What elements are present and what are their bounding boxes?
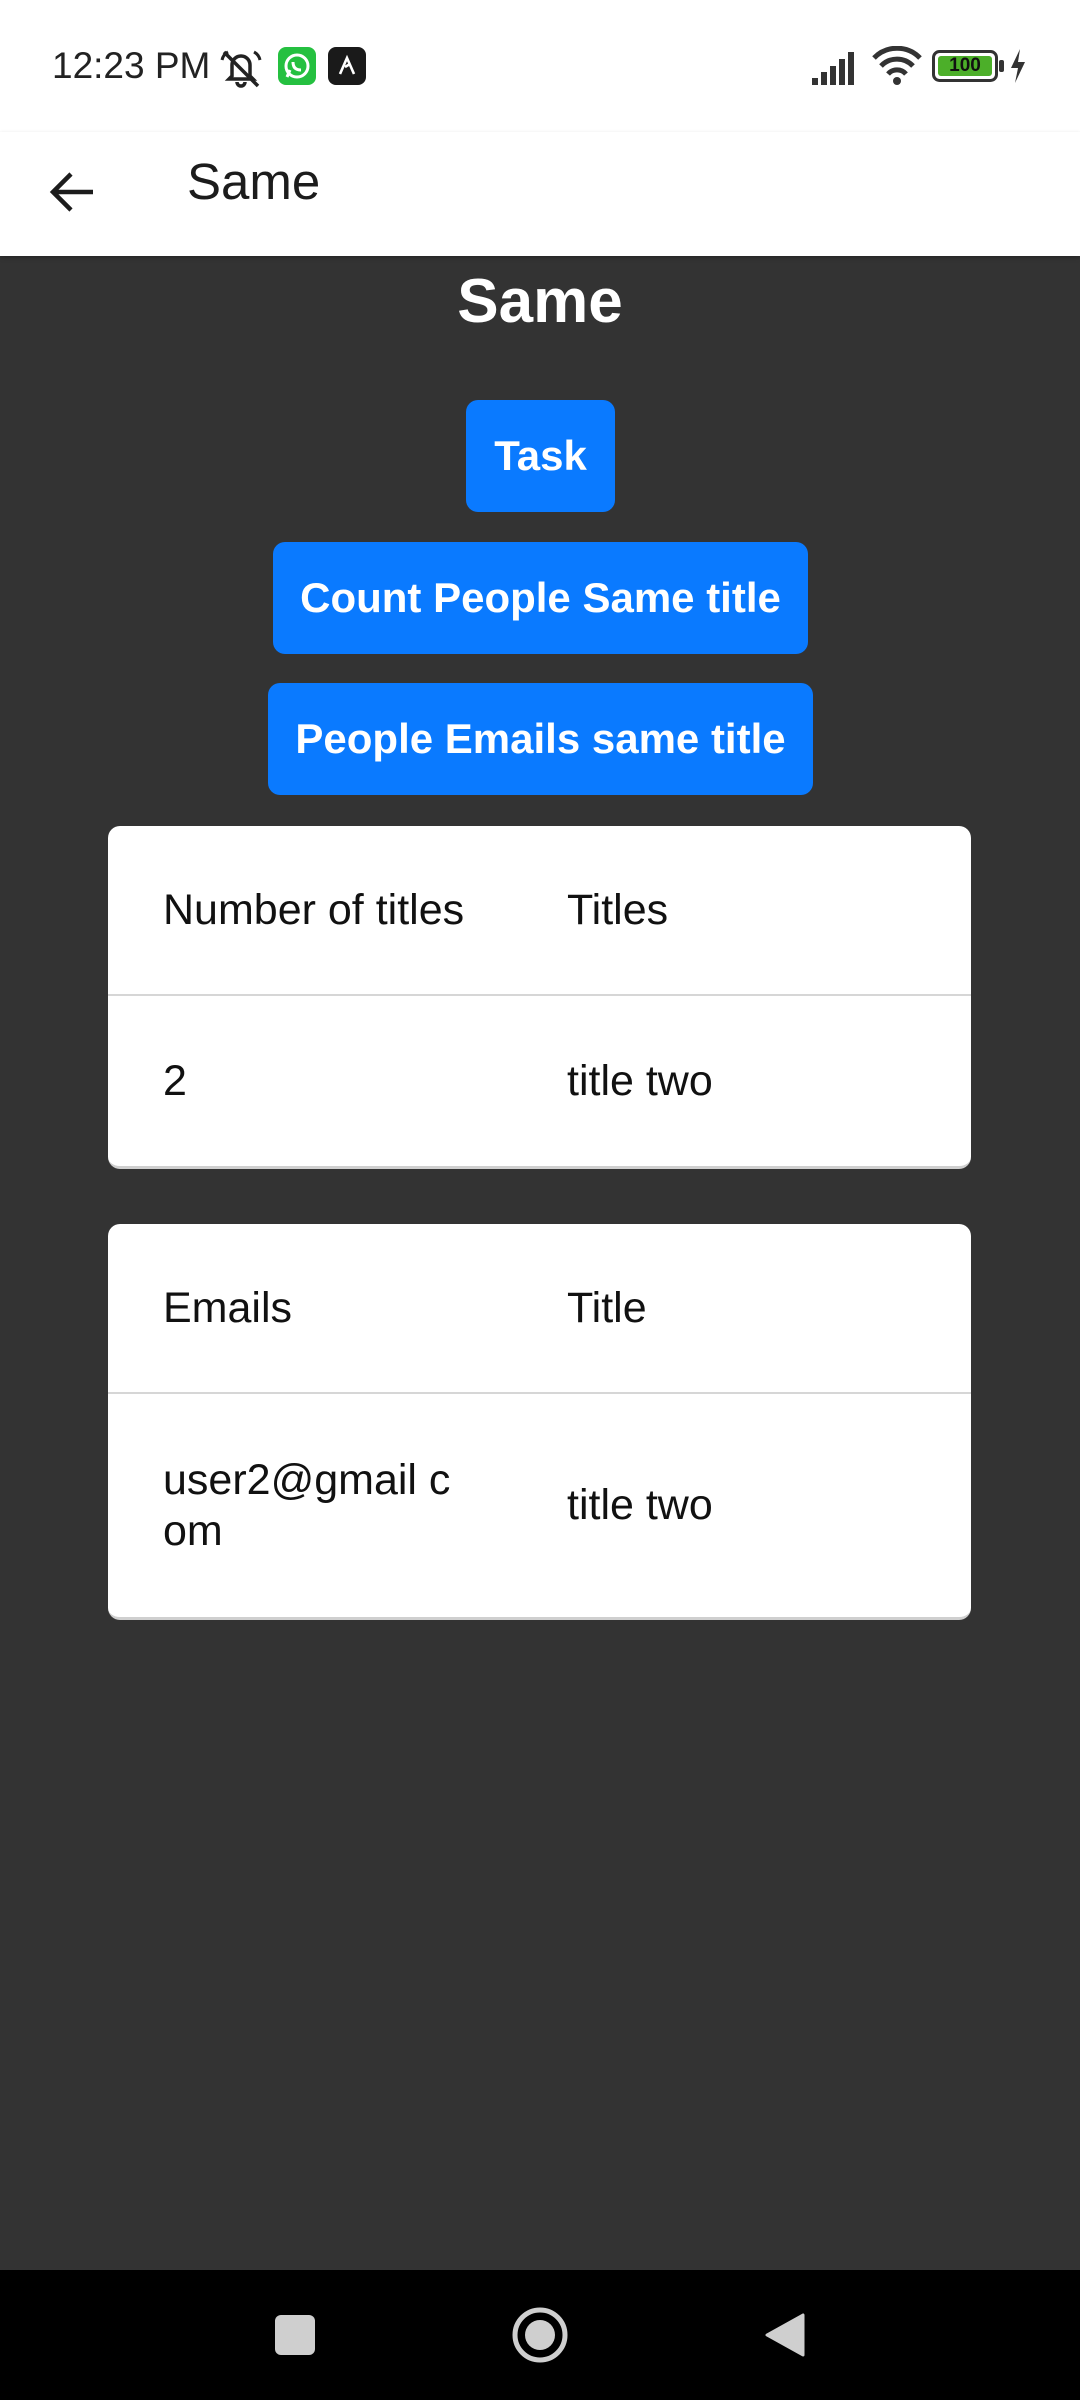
column-header-titles: Titles: [567, 885, 669, 934]
table-cell: title two: [567, 1056, 713, 1105]
table-header-row: Emails Title: [108, 1224, 971, 1394]
battery-icon: 100: [932, 50, 1004, 82]
back-triangle-icon: [765, 2313, 805, 2357]
page-heading: Same: [457, 267, 623, 336]
people-emails-same-title-button[interactable]: People Emails same title: [268, 683, 813, 795]
table-row: user2@gmail com title two: [108, 1394, 971, 1617]
column-header-number-of-titles: Number of titles: [163, 885, 465, 934]
count-people-same-title-button[interactable]: Count People Same title: [273, 542, 808, 654]
titles-count-table: Number of titles Titles 2 title two: [108, 826, 971, 1169]
charging-icon: [1011, 49, 1025, 83]
signal-icon: [812, 52, 854, 85]
column-header-title: Title: [567, 1283, 647, 1332]
whatsapp-icon: [278, 47, 316, 85]
table-cell: title two: [567, 1481, 713, 1529]
status-bar: 12:23 PM 100: [0, 0, 1080, 132]
battery-level: 100: [949, 55, 981, 76]
recents-button[interactable]: [255, 2295, 335, 2375]
home-button[interactable]: [500, 2295, 580, 2375]
app-bar-title: Same: [187, 153, 321, 210]
back-nav-button[interactable]: [745, 2295, 825, 2375]
wifi-icon: [872, 46, 922, 85]
arrow-back-icon: [49, 172, 93, 212]
table-header-row: Number of titles Titles: [108, 826, 971, 996]
status-time: 12:23 PM: [52, 45, 211, 86]
table-cell: 2: [163, 1056, 187, 1105]
task-button[interactable]: Task: [466, 400, 615, 512]
emails-table: Emails Title user2@gmail com title two: [108, 1224, 971, 1620]
app-icon: [328, 47, 366, 85]
table-row: 2 title two: [108, 996, 971, 1166]
table-cell: user2@gmail com: [163, 1455, 451, 1555]
recents-square-icon: [275, 2315, 315, 2355]
column-header-emails: Emails: [163, 1283, 293, 1332]
home-circle-icon: [512, 2307, 568, 2363]
muted-bell-icon: [220, 50, 262, 88]
system-nav-bar: [0, 2270, 1080, 2400]
back-button[interactable]: [30, 150, 114, 234]
app-bar: Same: [0, 132, 1080, 256]
